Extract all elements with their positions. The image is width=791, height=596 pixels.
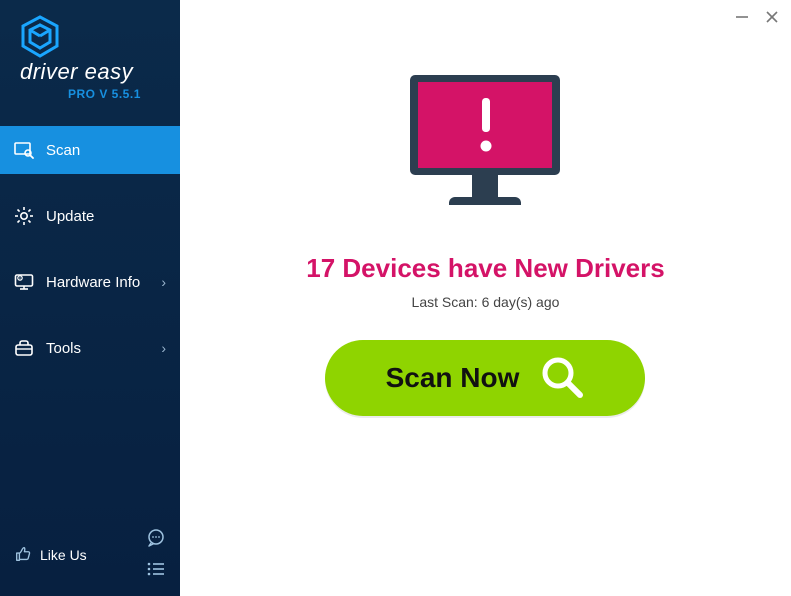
gear-icon [14,206,34,226]
last-scan-text: Last Scan: 6 day(s) ago [412,294,560,310]
sidebar-item-label: Scan [46,142,80,159]
main-area: 17 Devices have New Drivers Last Scan: 6… [180,0,791,596]
magnifier-icon [539,354,585,403]
thumbs-up-icon [14,545,32,566]
like-us-label: Like Us [40,547,87,563]
svg-text:i: i [20,277,21,281]
minimize-button[interactable] [733,8,751,26]
sidebar-item-label: Tools [46,340,81,357]
center-stage: 17 Devices have New Drivers Last Scan: 6… [306,70,664,416]
window-controls [733,8,781,26]
scan-icon [14,140,34,160]
headline-text: 17 Devices have New Drivers [306,253,664,284]
app-version-label: PRO V 5.5.1 [68,87,180,101]
monitor-info-icon: i [14,272,34,292]
app-logo-icon [20,15,60,59]
sidebar-item-label: Update [46,208,94,225]
sidebar-item-scan[interactable]: Scan [0,126,180,174]
close-button[interactable] [763,8,781,26]
scan-now-button[interactable]: Scan Now [325,340,645,416]
sidebar-item-hardware-info[interactable]: i Hardware Info › [0,258,180,306]
sidebar-item-label: Hardware Info [46,274,140,291]
alert-monitor-icon [400,70,570,225]
toolbox-icon [14,338,34,358]
sidebar: driver easy PRO V 5.5.1 Scan [0,0,180,596]
app-name-label: driver easy [20,59,180,85]
sidebar-bottom: Like Us [0,518,180,596]
like-us-button[interactable]: Like Us [14,545,87,566]
sidebar-item-tools[interactable]: Tools › [0,324,180,372]
scan-now-label: Scan Now [386,362,520,394]
chevron-right-icon: › [161,274,166,290]
sidebar-nav: Scan Update [0,126,180,390]
chevron-right-icon: › [161,340,166,356]
feedback-icon[interactable] [146,528,166,553]
menu-list-icon[interactable] [146,561,166,582]
sidebar-item-update[interactable]: Update [0,192,180,240]
logo-area: driver easy PRO V 5.5.1 [0,0,180,111]
